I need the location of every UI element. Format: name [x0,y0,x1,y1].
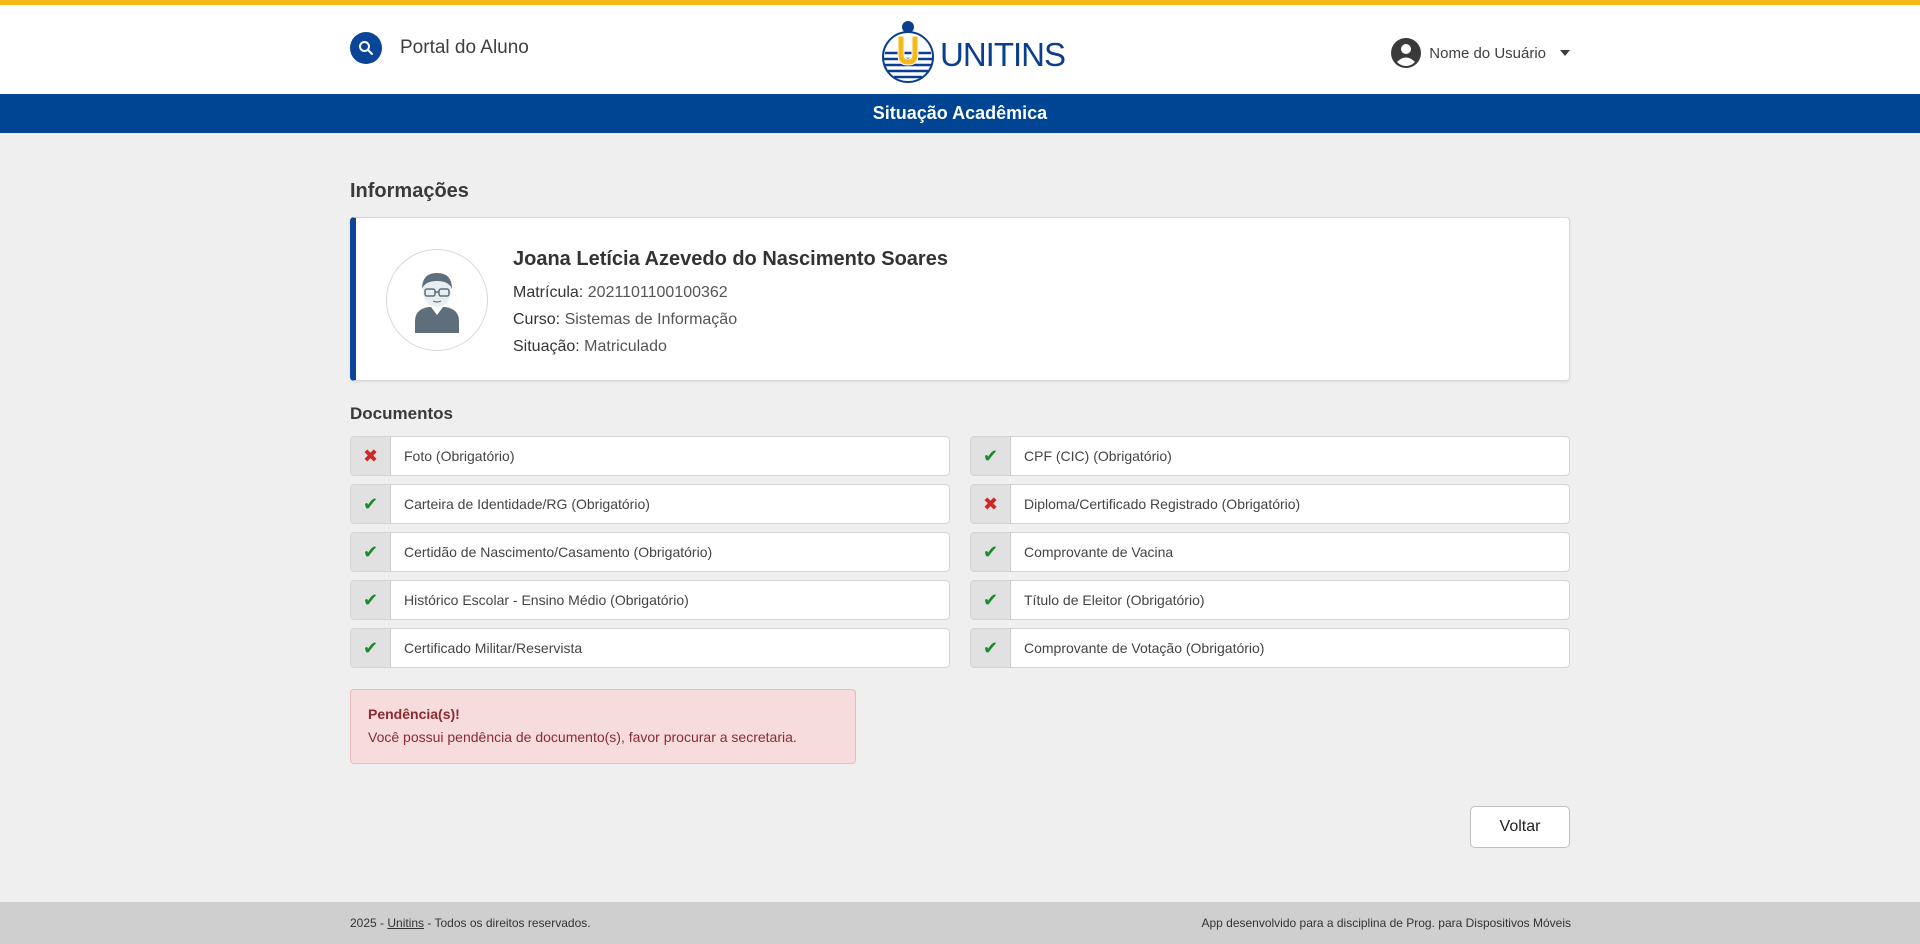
document-item: ✔ Comprovante de Vacina [970,532,1570,572]
page-title: Situação Acadêmica [872,103,1048,123]
document-item: ✔ Certificado Militar/Reservista [350,628,950,668]
documents-title: Documentos [350,404,453,423]
document-label: Comprovante de Vacina [1024,544,1174,560]
footer-unitins-link[interactable]: Unitins [387,916,424,930]
matricula-label: Matrícula: [513,284,584,301]
footer-rights: - Todos os direitos reservados. [424,916,591,930]
document-label: Diploma/Certificado Registrado (Obrigató… [1024,496,1301,512]
situacao-value: Matriculado [584,338,667,355]
situacao-line: Situação: Matriculado [513,333,948,360]
document-label: Carteira de Identidade/RG (Obrigatório) [404,496,650,512]
document-item: ✖ Diploma/Certificado Registrado (Obrigat… [970,484,1570,524]
check-icon: ✔ [971,437,1011,475]
curso-label: Curso: [513,311,561,328]
student-name: Joana Letícia Azevedo do Nascimento Soar… [513,248,948,270]
logo-emblem-icon [882,21,934,83]
cross-icon: ✖ [351,437,391,475]
site-header: Portal do Aluno UNITINS Nome do Usuário [0,5,1920,94]
main-content: Informações Joana Letícia Azevedo do Nas… [350,133,1570,848]
check-icon: ✔ [351,581,391,619]
search-icon [359,41,373,55]
document-item: ✔ Comprovante de Votação (Obrigatório) [970,628,1570,668]
document-item: ✔ Título de Eleitor (Obrigatório) [970,580,1570,620]
alert-text: Você possui pendência de documento(s), f… [368,729,797,745]
cross-icon: ✖ [971,485,1011,523]
user-menu[interactable]: Nome do Usuário [1391,38,1570,68]
search-button[interactable] [350,32,382,64]
student-avatar-icon [415,273,459,333]
pending-alert: Pendência(s)! Você possui pendência de d… [350,689,856,764]
document-item: ✔ Carteira de Identidade/RG (Obrigatório) [350,484,950,524]
unitins-logo[interactable]: UNITINS [880,19,1066,83]
check-icon: ✔ [351,485,391,523]
student-info: Joana Letícia Azevedo do Nascimento Soar… [513,248,948,360]
check-icon: ✔ [971,629,1011,667]
info-section-title: Informações [350,180,469,202]
site-footer: 2025 - Unitins - Todos os direitos reser… [0,902,1920,944]
documents-list: ✖ Foto (Obrigatório) ✔ CPF (CIC) (Obrigatór… [350,436,1570,668]
document-item: ✔ Histórico Escolar - Ensino Médio (Obrig… [350,580,950,620]
curso-line: Curso: Sistemas de Informação [513,306,948,333]
back-button[interactable]: Voltar [1470,806,1570,848]
check-icon: ✔ [971,581,1011,619]
user-circle-icon [1391,38,1422,68]
document-label: Histórico Escolar - Ensino Médio (Obriga… [404,592,689,608]
check-icon: ✔ [351,629,391,667]
chevron-down-icon [1560,50,1570,56]
check-icon: ✔ [351,533,391,571]
footer-credit: App desenvolvido para a disciplina de Pr… [1201,916,1571,930]
header-left: Portal do Aluno [350,32,529,64]
avatar [386,249,488,351]
check-icon: ✔ [971,533,1011,571]
page-title-bar: Situação Acadêmica [0,94,1920,133]
situacao-label: Situação: [513,338,580,355]
document-item: ✖ Foto (Obrigatório) [350,436,950,476]
matricula-value: 2021101100100362 [587,284,728,301]
document-label: Certificado Militar/Reservista [404,640,583,656]
matricula-line: Matrícula: 2021101100100362 [513,279,948,306]
document-label: Comprovante de Votação (Obrigatório) [1024,640,1265,656]
user-name: Nome do Usuário [1429,44,1546,62]
logo-text: UNITINS [940,36,1066,73]
document-label: Título de Eleitor (Obrigatório) [1024,592,1205,608]
alert-title: Pendência(s)! [368,706,460,722]
document-label: CPF (CIC) (Obrigatório) [1024,448,1172,464]
document-item: ✔ Certidão de Nascimento/Casamento (Obrig… [350,532,950,572]
portal-title[interactable]: Portal do Aluno [400,37,529,59]
curso-value: Sistemas de Informação [564,311,738,328]
document-item: ✔ CPF (CIC) (Obrigatório) [970,436,1570,476]
footer-copyright: 2025 - Unitins - Todos os direitos reser… [350,916,591,930]
document-label: Foto (Obrigatório) [404,448,515,464]
document-label: Certidão de Nascimento/Casamento (Obriga… [404,544,713,560]
footer-year: 2025 - [350,916,388,930]
student-profile-card: Joana Letícia Azevedo do Nascimento Soar… [350,217,1570,381]
